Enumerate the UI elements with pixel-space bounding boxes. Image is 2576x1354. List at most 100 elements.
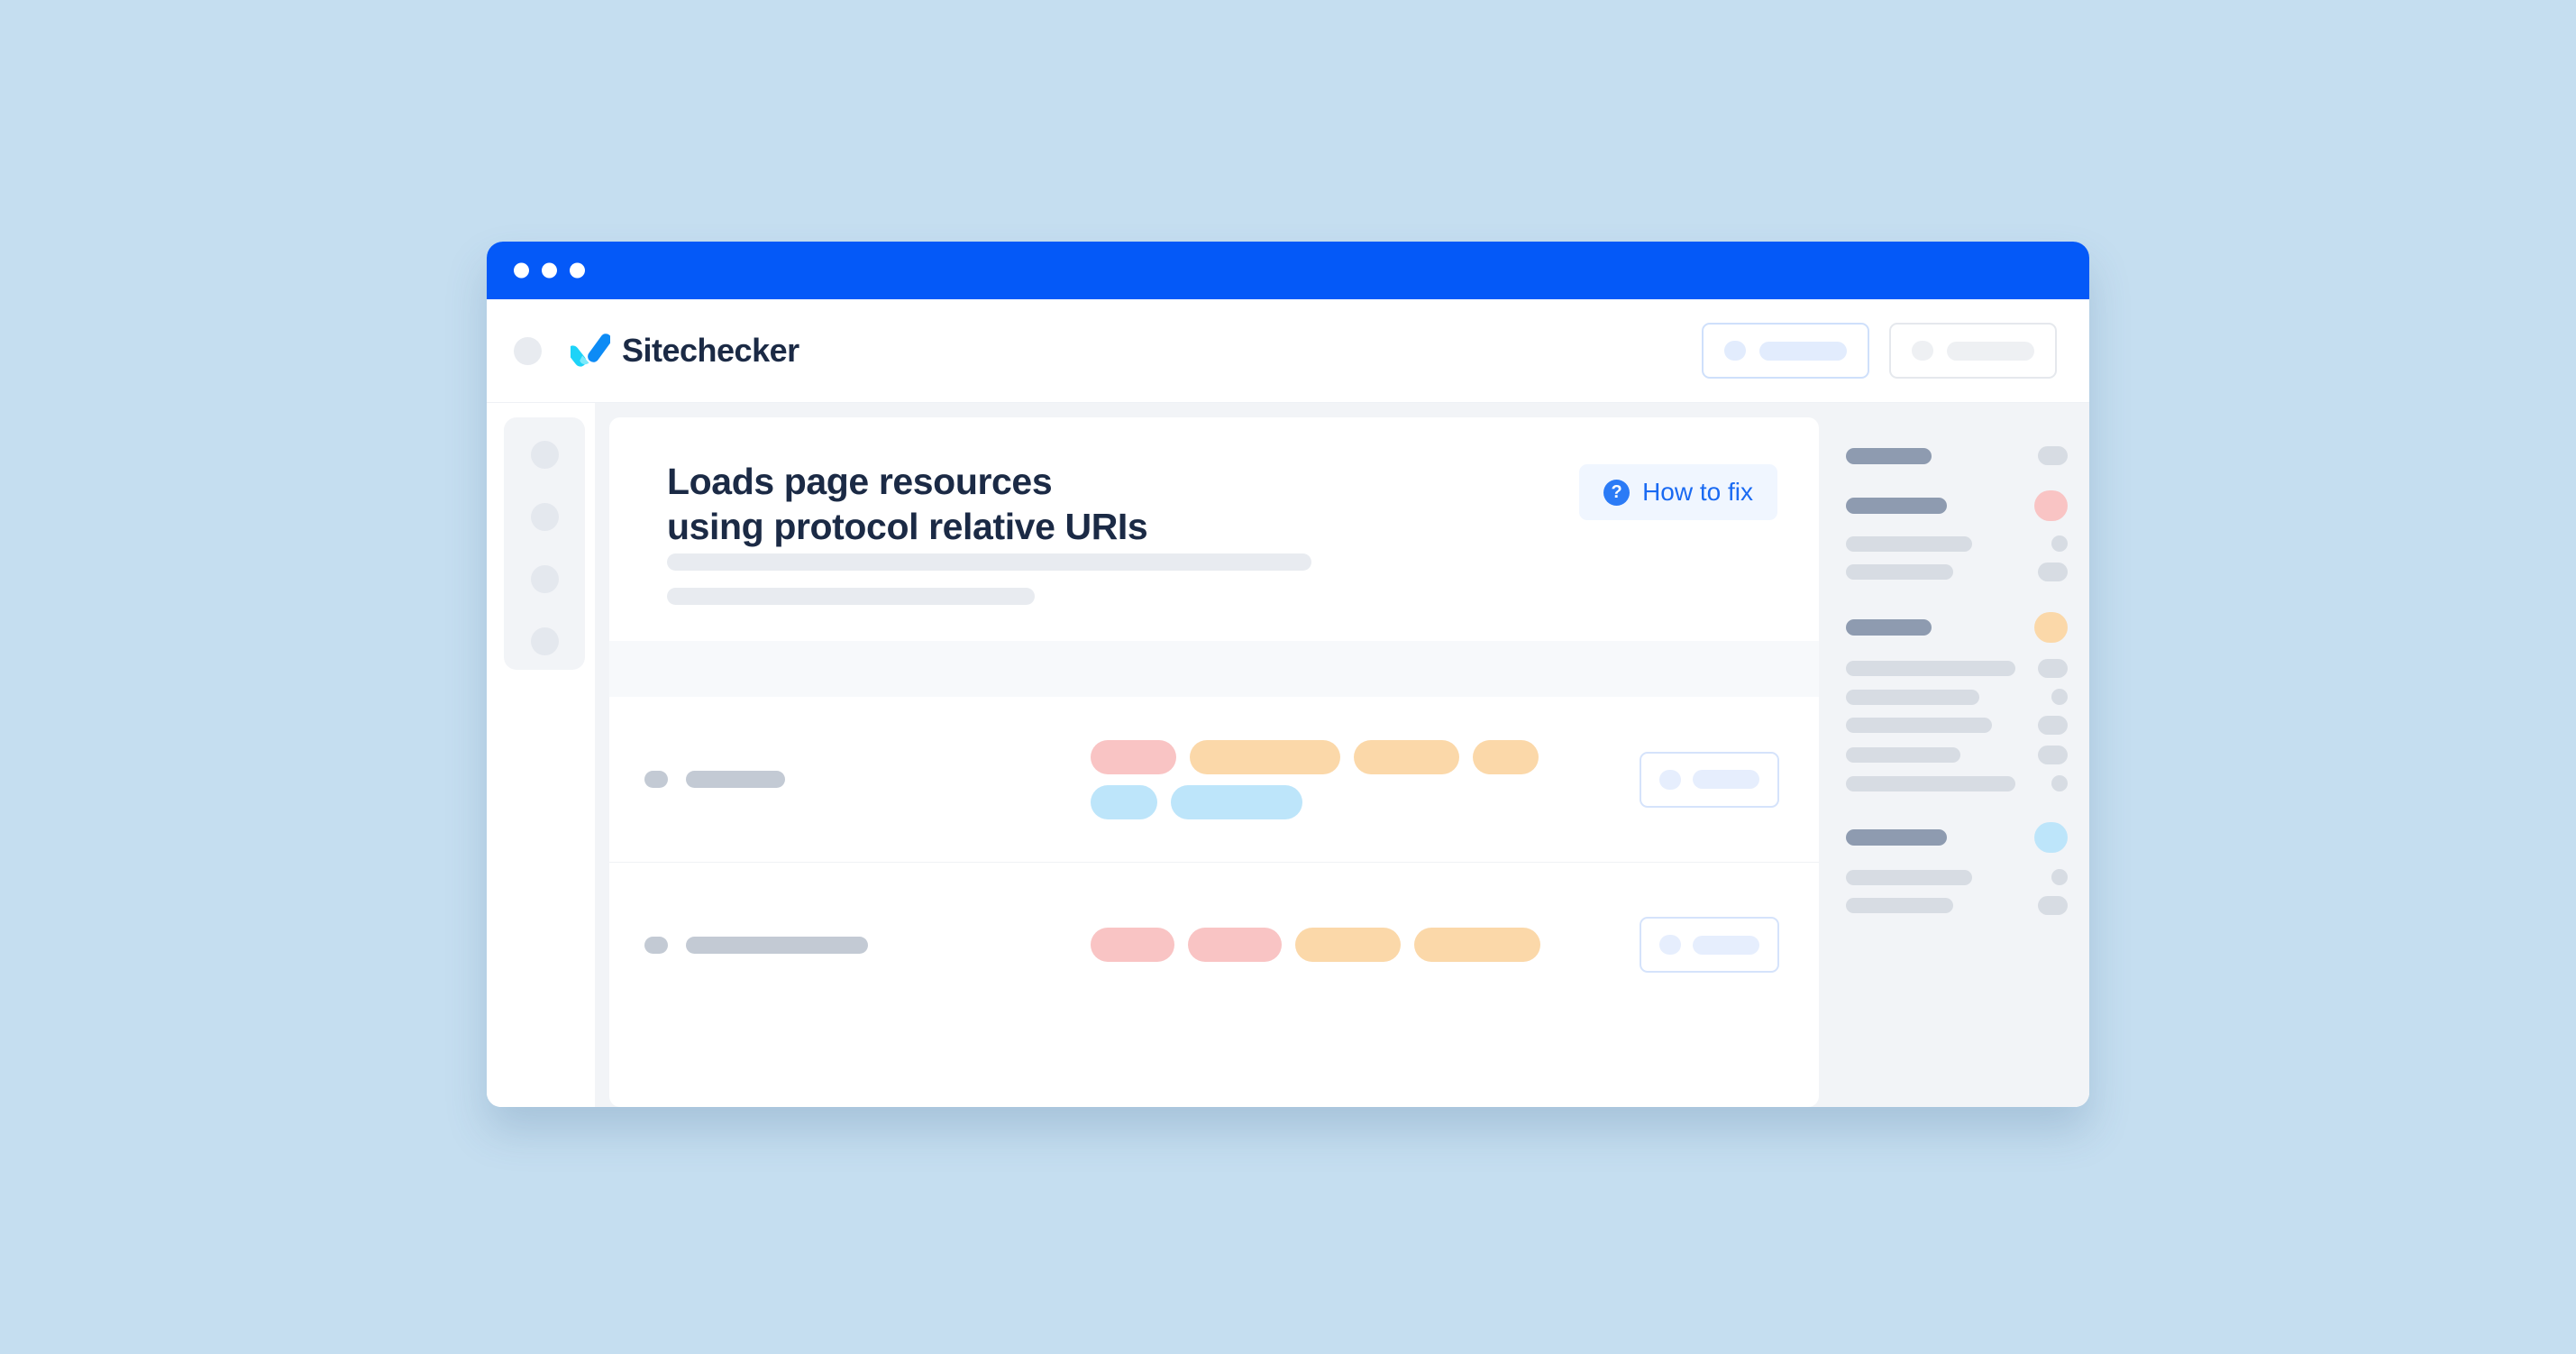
panel-list-item[interactable]	[1846, 659, 2068, 678]
tag-chip	[1473, 739, 1539, 774]
maximize-window-icon[interactable]	[570, 262, 585, 279]
panel-item-label-placeholder	[1846, 898, 1953, 913]
row-button-label-placeholder	[1693, 935, 1759, 955]
panel-item-label-placeholder	[1846, 869, 1972, 885]
panel-group-2	[1846, 490, 2068, 581]
panel-item-status-badge	[2051, 775, 2068, 791]
panel-list-item[interactable]	[1846, 746, 2068, 764]
panel-item-label-placeholder	[1846, 689, 1979, 705]
table-row[interactable]	[609, 697, 1819, 862]
left-sidebar	[487, 403, 595, 1107]
button-icon-placeholder	[1724, 341, 1746, 361]
sidebar-item-2[interactable]	[530, 503, 559, 531]
panel-item-status-badge	[2038, 446, 2068, 465]
traffic-light-group	[514, 262, 585, 279]
close-window-icon[interactable]	[514, 262, 529, 279]
row-icon-placeholder	[644, 936, 668, 954]
panel-item-status-badge	[2038, 659, 2068, 678]
tag-chip	[1190, 739, 1340, 774]
tag-chip	[1354, 739, 1459, 774]
panel-item-status-badge	[2034, 490, 2068, 521]
table-header-band	[609, 641, 1819, 698]
panel-group-3	[1846, 612, 2068, 791]
tag-chip	[1414, 928, 1540, 963]
sidebar-item-3[interactable]	[530, 565, 559, 593]
brand-name: Sitechecker	[622, 332, 799, 369]
right-sidebar-list	[1846, 446, 2068, 915]
panel-item-label-placeholder	[1846, 447, 1932, 464]
main-content: Loads page resources using protocol rela…	[595, 403, 1819, 1107]
panel-list-item[interactable]	[1846, 689, 2068, 705]
tag-chip	[1091, 739, 1176, 774]
panel-list-item[interactable]	[1846, 775, 2068, 791]
panel-list-item[interactable]	[1846, 869, 2068, 885]
panel-list-item[interactable]	[1846, 896, 2068, 915]
panel-list-item[interactable]	[1846, 563, 2068, 581]
row-button-icon-placeholder	[1659, 769, 1681, 790]
window-titlebar	[487, 242, 2089, 299]
panel-item-status-badge	[2051, 535, 2068, 552]
issue-card: Loads page resources using protocol rela…	[609, 417, 1819, 1107]
panel-item-status-badge	[2038, 563, 2068, 581]
sitechecker-check-logo-icon	[571, 334, 610, 367]
tag-chip	[1295, 928, 1401, 963]
right-sidebar	[1819, 403, 2089, 1107]
row-action-button[interactable]	[1640, 917, 1779, 974]
button-label-placeholder	[1759, 341, 1847, 361]
how-to-fix-button[interactable]: ? How to fix	[1579, 464, 1777, 520]
minimize-window-icon[interactable]	[542, 262, 557, 279]
sidebar-item-1[interactable]	[530, 441, 559, 469]
panel-item-label-placeholder	[1846, 661, 2015, 676]
panel-list-item[interactable]	[1846, 446, 2068, 465]
issue-card-header: Loads page resources using protocol rela…	[609, 417, 1819, 641]
panel-item-status-badge	[2038, 716, 2068, 735]
tag-chip	[1091, 784, 1157, 819]
question-mark-circle-icon: ?	[1603, 479, 1631, 506]
sidebar-item-4[interactable]	[530, 627, 559, 655]
primary-ghost-button[interactable]	[1702, 323, 1869, 379]
table-row[interactable]	[609, 862, 1819, 1027]
panel-item-status-badge	[2051, 869, 2068, 885]
table-cell-label	[644, 771, 1091, 789]
panel-item-label-placeholder	[1846, 775, 2015, 791]
app-header-actions	[1702, 323, 2057, 379]
panel-item-status-badge	[2038, 746, 2068, 764]
panel-item-status-badge	[2038, 896, 2068, 915]
browser-window: Sitechecker Loads page resources using p…	[487, 242, 2089, 1107]
panel-list-item[interactable]	[1846, 612, 2068, 643]
panel-item-status-badge	[2034, 822, 2068, 853]
table-cell-label	[644, 936, 1091, 954]
panel-list-item[interactable]	[1846, 822, 2068, 853]
panel-list-item[interactable]	[1846, 716, 2068, 735]
panel-item-label-placeholder	[1846, 619, 1932, 636]
panel-item-status-badge	[2051, 689, 2068, 705]
table-cell-tags	[1091, 739, 1640, 819]
description-skeleton-line-1	[667, 553, 1311, 572]
button-icon-placeholder	[1912, 341, 1933, 361]
app-body: Loads page resources using protocol rela…	[487, 403, 2089, 1107]
menu-toggle-icon[interactable]	[514, 336, 542, 365]
panel-item-label-placeholder	[1846, 564, 1953, 580]
row-label-placeholder	[686, 771, 785, 789]
panel-group-1	[1846, 446, 2068, 465]
row-button-label-placeholder	[1693, 770, 1759, 790]
table-cell-action	[1640, 751, 1779, 808]
page-title: Loads page resources using protocol rela…	[667, 461, 1148, 548]
button-label-placeholder	[1947, 341, 2034, 361]
row-label-placeholder	[686, 936, 868, 954]
panel-item-status-badge	[2034, 612, 2068, 643]
panel-item-label-placeholder	[1846, 535, 1972, 552]
left-sidebar-panel	[504, 417, 585, 670]
issue-card-heading-block: Loads page resources using protocol rela…	[667, 459, 1579, 606]
tag-chip	[1188, 928, 1282, 963]
panel-list-item[interactable]	[1846, 490, 2068, 521]
row-action-button[interactable]	[1640, 751, 1779, 808]
secondary-ghost-button[interactable]	[1889, 323, 2057, 379]
panel-list-item[interactable]	[1846, 535, 2068, 552]
brand-logo[interactable]: Sitechecker	[571, 332, 799, 370]
panel-group-4	[1846, 822, 2068, 915]
description-skeleton-line-2	[667, 588, 1035, 606]
row-icon-placeholder	[644, 771, 668, 789]
row-button-icon-placeholder	[1659, 935, 1681, 956]
app-header: Sitechecker	[487, 299, 2089, 403]
